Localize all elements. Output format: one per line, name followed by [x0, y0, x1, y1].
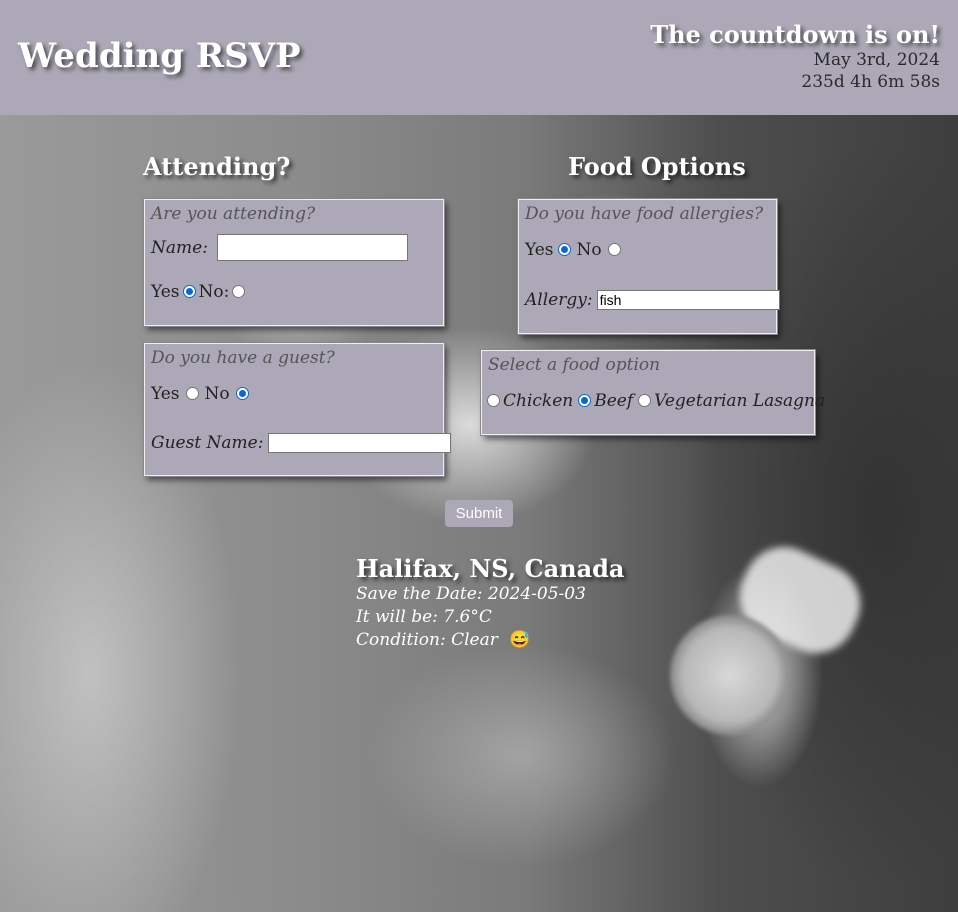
allergy-label: Allergy:	[525, 290, 593, 310]
countdown-date: May 3rd, 2024	[813, 50, 940, 70]
allergy-input-row: Allergy: fish	[525, 290, 780, 310]
guest-legend: Do you have a guest?	[151, 348, 335, 368]
weather-temperature: It will be: 7.6°C	[356, 607, 492, 627]
guest-name-label: Guest Name:	[151, 433, 264, 453]
condition-emoji-icon: 😅	[509, 630, 531, 650]
guest-yes-radio[interactable]	[185, 386, 199, 400]
allergy-panel: Do you have food allergies? Yes No Aller…	[517, 198, 780, 335]
allergy-yes-label: Yes	[525, 240, 554, 260]
name-input[interactable]	[216, 234, 408, 261]
weather-info: Halifax, NS, Canada Save the Date: 2024-…	[356, 554, 624, 652]
site-title: Wedding RSVP	[18, 36, 301, 76]
food-beef-radio[interactable]	[578, 393, 592, 407]
attending-legend: Are you attending?	[151, 204, 316, 224]
food-chicken-label: Chicken	[503, 391, 574, 411]
save-the-date: Save the Date: 2024-05-03	[356, 584, 586, 604]
food-option-panel: Select a food option Chicken Beef Vegeta…	[480, 349, 825, 436]
attending-radio-row: Yes No:	[151, 282, 248, 302]
food-beef-label: Beef	[594, 391, 634, 411]
food-option-legend: Select a food option	[488, 355, 661, 375]
guest-name-row: Guest Name:	[151, 433, 452, 453]
food-section-title: Food Options	[568, 152, 746, 181]
weather-condition: Condition: Clear	[356, 630, 498, 650]
allergy-input[interactable]: fish	[596, 290, 780, 310]
food-option-row: Chicken Beef Vegetarian Lasagna	[487, 391, 825, 411]
countdown: The countdown is on! May 3rd, 2024 235d …	[650, 20, 940, 93]
submit-button[interactable]: Submit	[445, 500, 513, 527]
allergy-yes-radio[interactable]	[557, 242, 571, 256]
countdown-timer: 235d 4h 6m 58s	[801, 72, 940, 92]
guest-radio-row: Yes No	[151, 384, 252, 404]
background-photo-detail	[670, 615, 790, 735]
guest-no-radio[interactable]	[235, 386, 249, 400]
attending-yes-label: Yes	[151, 282, 180, 302]
guest-panel: Do you have a guest? Yes No Guest Name:	[143, 342, 452, 477]
allergy-no-label: No	[576, 240, 602, 260]
food-chicken-radio[interactable]	[487, 393, 500, 407]
countdown-title: The countdown is on!	[650, 20, 940, 49]
guest-name-input[interactable]	[268, 433, 452, 453]
name-label: Name:	[151, 237, 208, 258]
allergy-legend: Do you have food allergies?	[525, 204, 764, 224]
name-row: Name:	[151, 234, 408, 261]
weather-location: Halifax, NS, Canada	[356, 554, 625, 583]
attending-yes-radio[interactable]	[182, 284, 196, 298]
allergy-radio-row: Yes No	[525, 240, 624, 260]
food-vegetarian-radio[interactable]	[638, 393, 652, 407]
weather-condition-row: Condition: Clear 😅	[356, 629, 624, 652]
food-vegetarian-label: Vegetarian Lasagna	[654, 391, 826, 411]
allergy-no-radio[interactable]	[607, 242, 621, 256]
attending-no-radio[interactable]	[232, 284, 246, 298]
site-header: Wedding RSVP The countdown is on! May 3r…	[0, 0, 958, 115]
attending-section-title: Attending?	[143, 152, 291, 181]
guest-no-label: No	[204, 384, 230, 404]
guest-yes-label: Yes	[151, 384, 180, 404]
attending-panel: Are you attending? Name: Yes No:	[143, 198, 445, 327]
attending-no-label: No:	[198, 282, 230, 302]
